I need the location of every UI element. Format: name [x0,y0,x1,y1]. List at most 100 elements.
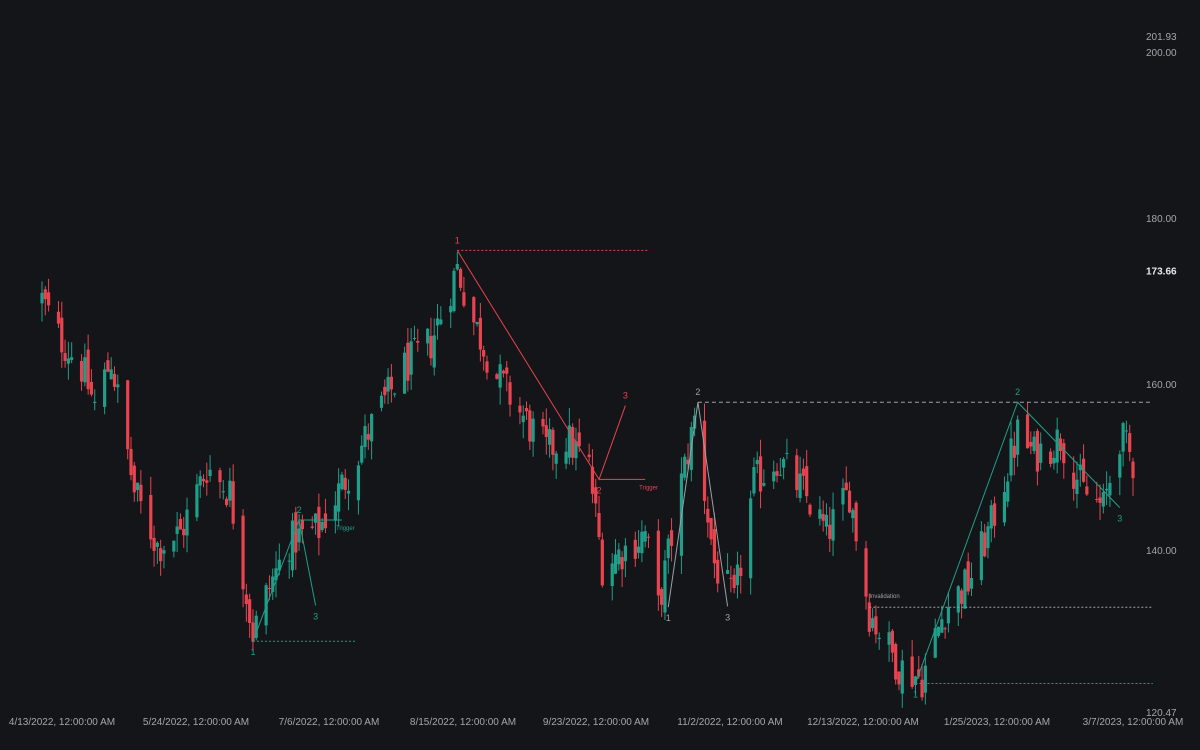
candle-body [656,530,660,596]
candle-body [1039,443,1043,463]
candle-body [323,513,328,529]
candle-body [455,264,459,270]
candle-body [940,619,944,633]
price-tick-label: 201.93 [1146,32,1177,43]
candle-body [1085,486,1089,495]
candle-body [432,335,436,368]
candle [600,532,604,588]
time-tick-label: 3/7/2023, 12:00:00 AM [1083,717,1184,728]
pattern-point-label: 1 [455,235,460,245]
candle-body [86,349,90,390]
candle-body [818,509,822,519]
candle-body [623,545,628,562]
candle-body [409,341,413,375]
candle-body [1124,430,1129,432]
candle-body [706,508,710,523]
candle-body [646,536,651,538]
chart-background [0,0,1200,750]
candle-body [129,448,133,476]
candle-body [383,386,387,396]
candle-body [459,268,463,288]
time-tick-label: 7/6/2022, 12:00:00 AM [279,717,380,728]
candle-body [871,618,875,629]
candle-body [762,483,766,486]
candle-body [749,498,753,579]
candle [683,453,687,481]
pattern-point-label: 2 [1015,387,1020,397]
candle-body [805,466,809,497]
candle-body [1055,429,1059,463]
candle-body [890,630,894,653]
pattern-point-label: 2 [297,505,302,515]
candle-body [775,471,779,476]
candle-body [290,520,295,571]
time-tick-label: 4/13/2022, 12:00:00 AM [9,717,115,728]
candle-body [979,531,983,581]
candle-body [109,369,113,380]
candlestick-chart[interactable]: 1 2 3 Trigger 1 2 3 Trigger 1 2 3 Invalidation 1 2 3 2… [0,0,1200,750]
candle-body [103,369,107,407]
candle-body [663,560,667,613]
candle-body [370,414,374,442]
candle-body [821,514,825,521]
time-axis[interactable]: 4/13/2022, 12:00:00 AM 5/24/2022, 12:00:0… [9,717,1183,728]
candle-body [518,405,522,413]
candle-body [472,297,476,323]
candle-body [660,588,664,605]
candle-body [66,358,70,364]
candle-body [669,530,674,546]
trigger-label: Trigger [639,485,658,491]
candle-body [198,476,202,486]
candle-body [943,628,947,630]
candle-body [854,502,858,542]
candle-body [923,665,927,693]
candle-body [1121,423,1125,452]
candle-body [126,380,130,450]
candle-body [89,381,94,395]
time-tick-label: 12/13/2022, 12:00:00 AM [807,717,919,728]
candle-body [528,410,532,442]
candle-body [343,477,347,490]
candle-body [501,370,506,374]
candle-body [897,671,901,685]
candle-body [636,546,641,553]
candle-body [218,470,222,483]
candle-body [752,467,756,494]
candle [126,379,130,460]
candle-body [185,509,189,536]
candle-body [201,478,206,482]
candle-body [683,456,687,478]
candle-body [208,469,212,476]
candle-body [716,559,720,584]
candle-body [758,456,763,492]
candle-body [1032,436,1036,451]
candle-body [452,270,456,312]
candle-body [963,569,967,609]
candle [459,267,463,292]
candle-body [379,395,384,408]
candle-body [725,570,730,574]
pattern-point-label: 3 [313,612,318,622]
candle-body [1006,481,1010,502]
candle-body [541,418,545,427]
candle-body [969,577,974,589]
candle-body [508,382,512,405]
pattern-point-label: 1 [913,690,918,700]
candle-body [712,529,716,564]
candle-body [63,353,67,361]
candle-body [992,503,997,526]
candle-body [620,557,624,570]
candle-body [1098,497,1102,503]
candle-body [360,445,364,463]
candle-body [116,384,120,388]
candle-body [946,607,951,624]
candle-body [346,490,351,494]
candle-body [248,599,252,623]
candle-body [989,505,993,529]
pattern-point-label: 1 [666,613,671,623]
candle-body [524,408,529,412]
candle-body [175,526,179,534]
candle-body [439,319,443,325]
invalidation-label: Invalidation [869,594,899,600]
candle-body [1025,414,1030,449]
